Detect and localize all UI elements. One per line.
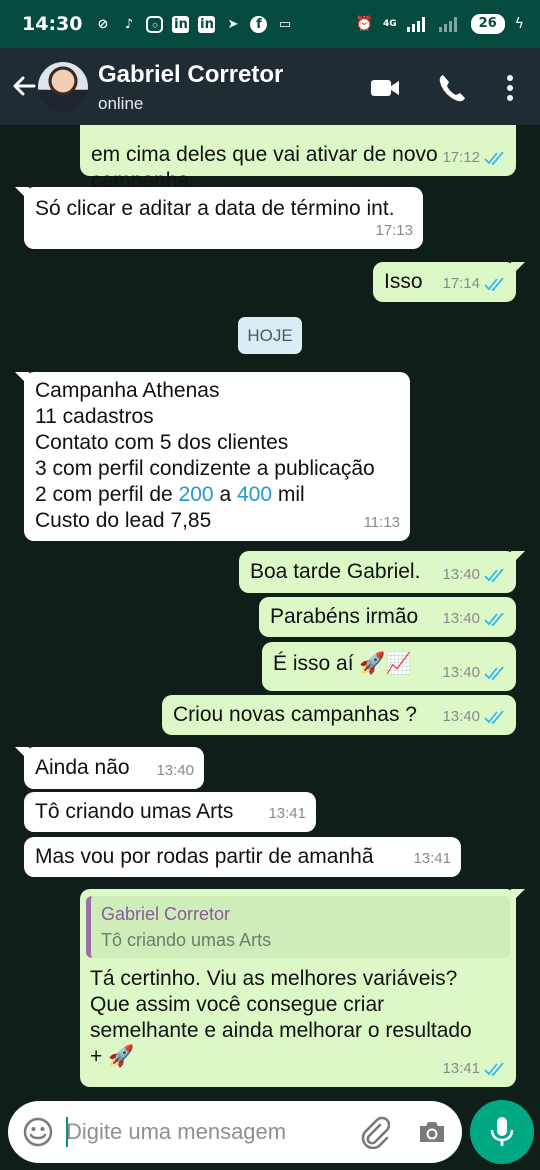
system-status: ⏰ 4G 26 ϟ	[356, 14, 524, 34]
message-line: 3 com perfil condizente a publicação	[35, 457, 375, 480]
phone-number-link[interactable]: 200	[179, 483, 214, 506]
instagram-icon: ◦	[146, 15, 164, 34]
message-incoming[interactable]: Tô criando umas Arts 13:41	[24, 792, 316, 832]
message-outgoing[interactable]: em cima deles que vai ativar de novo cam…	[80, 125, 516, 192]
contact-name[interactable]: Gabriel Corretor	[98, 61, 283, 89]
chat-header: Gabriel Corretor online	[0, 48, 540, 125]
date-divider: HOJE	[238, 317, 302, 354]
message-line: Custo do lead 7,85	[35, 509, 212, 532]
linkedin-icon: in	[172, 15, 190, 33]
message-incoming[interactable]: Mas vou por rodas partir de amanhã 13:41	[24, 837, 461, 877]
emoji-icon[interactable]	[22, 1116, 54, 1148]
double-tick-icon	[484, 568, 504, 582]
mic-button[interactable]	[470, 1100, 534, 1164]
message-time: 17:12	[442, 145, 506, 171]
linkedin-icon-2: in	[198, 15, 216, 33]
message-line: 2 com perfil de 200 a 400 mil	[35, 483, 305, 506]
message-time: 13:40	[442, 562, 506, 588]
quoted-author: Gabriel Corretor	[101, 904, 231, 924]
contact-status: online	[98, 94, 144, 113]
message-incoming[interactable]: Campanha Athenas 11 cadastros Contato co…	[15, 372, 410, 541]
message-line: Campanha Athenas	[35, 379, 220, 402]
charging-icon: ϟ	[514, 16, 524, 32]
bubble-tail	[511, 889, 525, 903]
video-call-icon[interactable]	[369, 72, 401, 104]
bubble-tail	[511, 551, 525, 565]
message-outgoing[interactable]: Gabriel Corretor Tô criando umas Arts Tá…	[80, 889, 525, 1087]
quoted-message[interactable]: Gabriel Corretor Tô criando umas Arts	[86, 896, 510, 958]
battery-indicator: 26	[470, 14, 505, 34]
network-type: 4G	[383, 18, 397, 29]
message-text: Mas vou por rodas partir de amanhã	[35, 845, 374, 868]
double-tick-icon	[484, 710, 504, 724]
telegram-icon: ➤	[227, 16, 239, 32]
message-outgoing[interactable]: Boa tarde Gabriel. 13:40	[239, 551, 525, 593]
bubble-tail	[15, 187, 29, 201]
message-line: 11 cadastros	[35, 405, 154, 428]
double-tick-icon	[484, 612, 504, 626]
screen-icon: ▭	[278, 16, 292, 32]
message-composer	[8, 1101, 462, 1163]
message-input[interactable]	[66, 1115, 346, 1149]
message-time: 17:13	[375, 222, 413, 239]
message-time: 13:41	[268, 805, 306, 822]
message-incoming[interactable]: Só clicar e aditar a data de término int…	[15, 187, 423, 249]
avatar[interactable]	[38, 62, 88, 112]
camera-icon[interactable]	[416, 1116, 448, 1148]
message-text: Criou novas campanhas ?	[173, 703, 417, 726]
message-text: em cima deles que vai ativar de novo cam…	[91, 143, 438, 192]
attach-icon[interactable]	[358, 1115, 390, 1149]
message-time: 13:41	[413, 850, 451, 867]
message-text: Parabéns irmão	[270, 605, 419, 628]
message-outgoing[interactable]: É isso aí 🚀📈 13:40	[262, 642, 516, 691]
back-arrow-icon[interactable]	[8, 70, 40, 102]
notification-icons: ⊘ ♪ ◦ in in ➤ f ▭	[94, 15, 293, 34]
message-time: 13:40	[156, 762, 194, 779]
tiktok-icon: ♪	[124, 16, 134, 32]
message-outgoing[interactable]: Isso 17:14	[373, 262, 525, 302]
message-text: Tô criando umas Arts	[35, 800, 234, 823]
phone-number-link[interactable]: 400	[237, 483, 272, 506]
quoted-text: Tô criando umas Arts	[101, 930, 272, 950]
message-time: 13:40	[442, 606, 506, 632]
double-tick-icon	[484, 277, 504, 291]
message-text: É isso aí 🚀📈	[273, 652, 412, 675]
message-time: 13:40	[442, 704, 506, 730]
message-text: Boa tarde Gabriel.	[250, 560, 421, 583]
message-text: Só clicar e aditar a data de término int…	[35, 197, 395, 220]
double-tick-icon	[484, 151, 504, 165]
message-outgoing[interactable]: Criou novas campanhas ? 13:40	[162, 695, 516, 735]
message-outgoing[interactable]: Parabéns irmão 13:40	[259, 597, 516, 637]
message-time: 17:14	[442, 271, 506, 297]
message-time: 11:13	[363, 514, 400, 531]
dnd-icon: ⊘	[97, 16, 109, 32]
double-tick-icon	[484, 666, 504, 680]
message-incoming[interactable]: Ainda não 13:40	[15, 747, 204, 789]
bubble-tail	[511, 262, 525, 276]
status-bar: 14:30 ⊘ ♪ ◦ in in ➤ f ▭ ⏰ 4G 26 ϟ	[0, 0, 540, 48]
message-text: Tá certinho. Viu as melhores variáveis? …	[90, 967, 472, 1068]
message-line: Contato com 5 dos clientes	[35, 431, 289, 454]
bubble-tail	[15, 372, 29, 386]
status-time: 14:30	[22, 13, 83, 35]
mic-icon	[490, 1117, 514, 1146]
alarm-icon: ⏰	[355, 16, 373, 32]
phone-call-icon[interactable]	[436, 72, 468, 104]
text-cursor	[66, 1117, 68, 1147]
message-text: Ainda não	[35, 756, 130, 779]
signal-icon	[406, 17, 425, 32]
bubble-tail	[15, 747, 29, 761]
facebook-icon: f	[250, 15, 268, 33]
message-list[interactable]: em cima deles que vai ativar de novo cam…	[0, 125, 540, 1095]
double-tick-icon	[484, 1062, 504, 1076]
message-time: 13:41	[442, 1056, 506, 1082]
message-text: Isso	[384, 270, 423, 293]
more-options-icon[interactable]	[494, 72, 526, 104]
message-time: 13:40	[442, 660, 506, 686]
signal-icon-2	[438, 17, 457, 32]
